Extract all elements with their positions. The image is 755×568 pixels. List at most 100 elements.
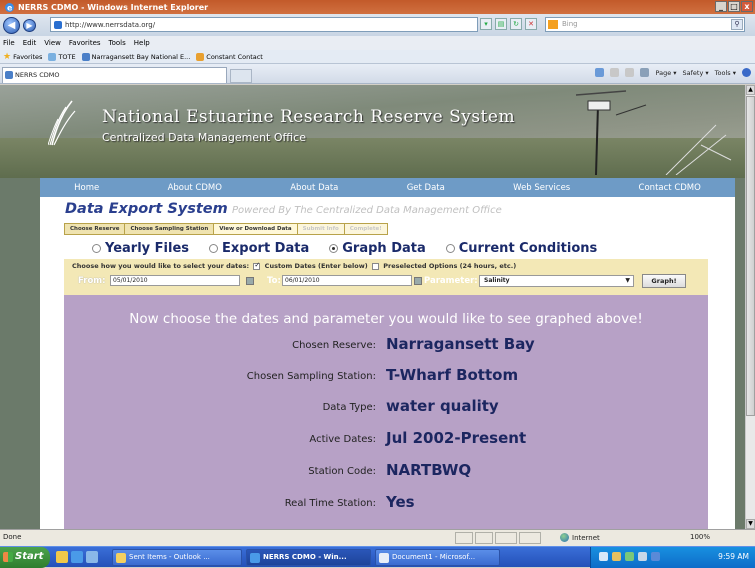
info-row: Real Time Station: Yes	[64, 493, 708, 515]
custom-dates-label: Custom Dates (Enter below)	[264, 262, 368, 270]
radio-graph-data[interactable]: Graph Data	[329, 241, 426, 256]
info-row: Data Type: water quality	[64, 397, 708, 419]
step-choose-reserve[interactable]: Choose Reserve	[64, 223, 126, 235]
date-question-text: Choose how you would like to select your…	[72, 262, 250, 270]
network-icon[interactable]	[599, 552, 608, 561]
menu-favorites[interactable]: Favorites	[69, 39, 101, 47]
volume-icon[interactable]	[638, 552, 647, 561]
favorite-item[interactable]: Narragansett Bay National E...	[81, 52, 190, 61]
nav-contact-cdmo[interactable]: Contact CDMO	[639, 183, 701, 193]
mode-radio-group: Yearly Files Export Data Graph Data Curr…	[92, 241, 597, 256]
menu-edit[interactable]: Edit	[23, 39, 37, 47]
folder-icon[interactable]	[56, 551, 68, 563]
tools-menu[interactable]: Tools ▾	[715, 69, 736, 77]
radio-yearly-files[interactable]: Yearly Files	[92, 241, 189, 256]
info-value: water quality	[386, 397, 499, 415]
back-button[interactable]: ◀	[3, 16, 20, 34]
radio-export-data[interactable]: Export Data	[209, 241, 309, 256]
search-icon[interactable]: ⚲	[731, 19, 743, 30]
taskbar-item-word[interactable]: Document1 - Microsof...	[375, 549, 500, 566]
favorites-button[interactable]: ★ Favorites	[3, 52, 42, 62]
favorite-item[interactable]: Constant Contact	[196, 52, 263, 61]
maximize-button[interactable]: □	[728, 1, 740, 12]
clock[interactable]: 9:59 AM	[718, 552, 749, 561]
scroll-thumb[interactable]	[746, 96, 755, 416]
quick-launch	[56, 551, 98, 563]
radio-circle-icon	[445, 244, 455, 253]
radio-current-conditions[interactable]: Current Conditions	[445, 241, 597, 256]
custom-dates-checkbox[interactable]	[253, 261, 261, 270]
page-favicon-icon	[54, 21, 62, 29]
search-box[interactable]: Bing ⚲	[545, 17, 745, 32]
safety-menu[interactable]: Safety ▾	[683, 69, 709, 77]
parameter-label: Parameter:	[424, 276, 478, 286]
link-icon	[48, 52, 57, 61]
ie-icon[interactable]	[71, 551, 83, 563]
nav-get-data[interactable]: Get Data	[407, 183, 445, 193]
refresh-icon[interactable]: ↻	[510, 18, 522, 30]
taskbar-item-ie[interactable]: NERRS CDMO - Win...	[246, 549, 371, 566]
menu-view[interactable]: View	[44, 39, 61, 47]
export-title: Data Export System	[65, 201, 228, 217]
menu-help[interactable]: Help	[134, 39, 150, 47]
to-date-input[interactable]: 06/01/2010	[282, 275, 412, 286]
scroll-up-icon[interactable]: ▲	[746, 85, 755, 95]
nav-about-cdmo[interactable]: About CDMO	[168, 183, 222, 193]
page-menu[interactable]: Page ▾	[655, 69, 676, 77]
feeds-icon[interactable]	[610, 68, 620, 77]
word-icon	[379, 553, 389, 563]
browser-tab[interactable]: NERRS CDMO	[2, 67, 227, 83]
calendar-icon[interactable]	[414, 277, 422, 285]
menu-file[interactable]: File	[3, 39, 15, 47]
info-label: Data Type:	[322, 402, 376, 413]
to-label: To:	[267, 276, 281, 286]
scroll-down-icon[interactable]: ▼	[746, 519, 755, 529]
minimize-button[interactable]: _	[715, 1, 727, 12]
address-bar[interactable]: http://www.nerrsdata.org/	[50, 17, 478, 32]
step-view-download[interactable]: View or Download Data	[213, 223, 298, 235]
step-choose-station[interactable]: Choose Sampling Station	[124, 223, 215, 235]
start-button[interactable]: Start	[0, 547, 50, 568]
tray-app-icon[interactable]	[612, 552, 621, 561]
radio-circle-icon	[92, 244, 101, 253]
graph-button[interactable]: Graph!	[642, 274, 686, 288]
popup-blocker-icon[interactable]	[495, 532, 517, 544]
desktop-icon[interactable]	[86, 551, 98, 563]
zoom-level[interactable]: 100%	[690, 533, 710, 541]
nerrs-logo-icon	[48, 100, 76, 146]
site-title: National Estuarine Research Reserve Syst…	[102, 107, 516, 127]
nav-web-services[interactable]: Web Services	[513, 183, 570, 193]
tray-app-icon[interactable]	[625, 552, 634, 561]
print-icon[interactable]	[640, 68, 650, 77]
help-icon[interactable]	[742, 68, 751, 77]
parameter-select[interactable]: Salinity ▼	[479, 275, 634, 287]
weather-station-image	[575, 90, 732, 175]
from-date-input[interactable]: 05/01/2010	[110, 275, 240, 286]
home-icon[interactable]	[595, 68, 605, 77]
stop-icon[interactable]: ✕	[525, 18, 537, 30]
radio-selected-icon	[329, 244, 339, 253]
favorite-item[interactable]: TOTE	[48, 52, 76, 61]
mail-icon[interactable]	[625, 68, 635, 77]
forward-button[interactable]: ▶	[23, 18, 36, 32]
ie-page-icon	[81, 52, 90, 61]
nav-home[interactable]: Home	[74, 183, 99, 193]
radio-label: Yearly Files	[105, 241, 190, 256]
taskbar-item-outlook[interactable]: Sent Items - Outlook ...	[112, 549, 242, 566]
vertical-scrollbar[interactable]: ▲ ▼	[745, 85, 755, 529]
tray-app-icon[interactable]	[651, 552, 660, 561]
nav-about-data[interactable]: About Data	[290, 183, 338, 193]
favorite-label: Constant Contact	[206, 52, 263, 61]
status-cell	[519, 532, 541, 544]
close-button[interactable]: x	[741, 1, 753, 12]
favorites-bar: ★ Favorites TOTE Narragansett Bay Nation…	[0, 50, 755, 64]
calendar-icon[interactable]	[246, 277, 254, 285]
new-tab-button[interactable]	[230, 69, 252, 83]
step-complete: Complete!	[343, 223, 388, 235]
menu-tools[interactable]: Tools	[109, 39, 126, 47]
preselected-checkbox[interactable]	[372, 262, 379, 270]
outlook-icon	[116, 553, 126, 563]
dropdown-icon[interactable]: ▾	[480, 18, 492, 30]
compatibility-icon[interactable]: ▤	[495, 18, 507, 30]
ie-icon	[250, 553, 260, 563]
